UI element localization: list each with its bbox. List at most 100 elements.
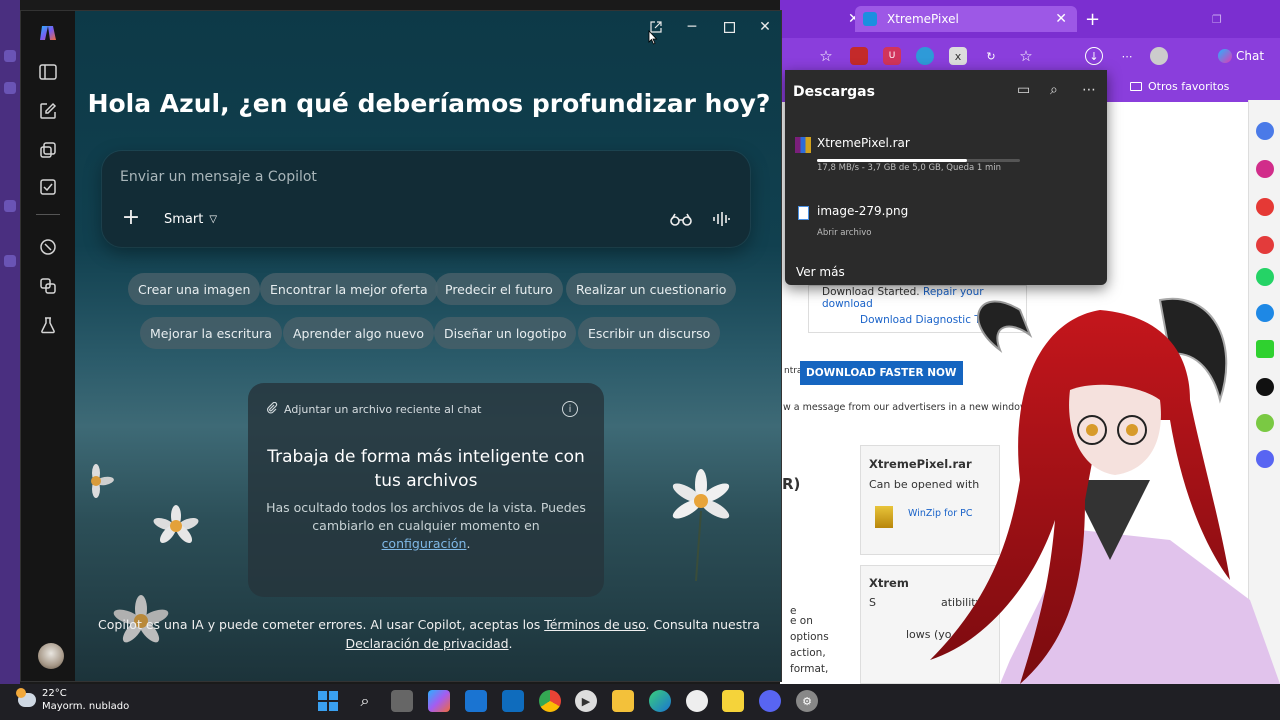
- file-explorer-icon[interactable]: [612, 690, 634, 712]
- voice-waveform-icon[interactable]: [709, 207, 733, 231]
- suggestion-chip[interactable]: Crear una imagen: [128, 273, 261, 305]
- chrome-icon[interactable]: [539, 690, 561, 712]
- download-item[interactable]: XtremePixel.rar 17,8 MB/s - 3,7 GB de 5,…: [795, 136, 1001, 173]
- user-avatar[interactable]: [38, 643, 64, 669]
- sticky-notes-icon[interactable]: [722, 690, 744, 712]
- sidebar-app-icon[interactable]: [1256, 198, 1274, 216]
- edge-icon[interactable]: [649, 690, 671, 712]
- settings-link[interactable]: configuración: [382, 536, 467, 551]
- desktop-icon[interactable]: [4, 50, 16, 62]
- kick-icon[interactable]: [1256, 340, 1274, 358]
- chatgpt-icon[interactable]: [686, 690, 708, 712]
- x-icon[interactable]: [1256, 378, 1274, 396]
- privacy-statement-link[interactable]: Declaración de privacidad: [345, 636, 508, 651]
- tab-xtremepixel[interactable]: XtremePixel ✕: [855, 6, 1077, 32]
- minimize-icon[interactable]: ─: [682, 17, 702, 37]
- more-icon[interactable]: ⋯: [1118, 47, 1136, 65]
- copilot-taskbar-icon[interactable]: [428, 690, 450, 712]
- suggestion-chip[interactable]: Mejorar la escritura: [140, 317, 282, 349]
- suggestion-chip[interactable]: Escribir un discurso: [578, 317, 721, 349]
- diagnostic-tool-link[interactable]: Download Diagnostic Tool: [860, 314, 995, 326]
- downloads-icon[interactable]: ↓: [1085, 47, 1103, 65]
- favorites-icon[interactable]: ☆: [1017, 47, 1035, 65]
- open-file-link[interactable]: Abrir archivo: [817, 228, 908, 238]
- discord-icon[interactable]: [1256, 450, 1274, 468]
- windows-start-icon[interactable]: [317, 690, 339, 712]
- favorite-star-icon[interactable]: ☆: [817, 47, 835, 65]
- desktop-icon[interactable]: [4, 200, 16, 212]
- suggestion-chip[interactable]: Realizar un cuestionario: [566, 273, 737, 305]
- profile-avatar[interactable]: [1150, 47, 1168, 65]
- discord-icon[interactable]: [759, 690, 781, 712]
- labs-gallery-icon[interactable]: [36, 274, 60, 298]
- copilot-window: ─ ✕ Hola Azul, ¿en qué deberíamos profun…: [20, 10, 782, 682]
- winzip-link[interactable]: WinZip for PC: [908, 508, 973, 519]
- copilot-chat-button[interactable]: Chat: [1218, 47, 1268, 65]
- weather-cloud-icon: [16, 688, 36, 707]
- add-attachment-button[interactable]: +: [120, 207, 142, 229]
- discover-icon[interactable]: [36, 235, 60, 259]
- task-view-icon[interactable]: [391, 690, 413, 712]
- close-tab-icon[interactable]: ✕: [1055, 11, 1067, 27]
- extension-icon[interactable]: x: [949, 47, 967, 65]
- outlook-icon[interactable]: [465, 690, 487, 712]
- open-folder-icon[interactable]: ▭: [1017, 82, 1030, 98]
- download-item[interactable]: image-279.png Abrir archivo: [795, 204, 908, 238]
- see-more-link[interactable]: Ver más: [796, 265, 845, 279]
- download-faster-button[interactable]: DOWNLOAD FASTER NOW: [800, 361, 963, 385]
- maximize-icon[interactable]: [719, 17, 739, 37]
- sidebar-app-icon[interactable]: [1256, 414, 1274, 432]
- extension-icon[interactable]: [916, 47, 934, 65]
- info-icon[interactable]: i: [562, 401, 578, 417]
- tasks-icon[interactable]: [36, 175, 60, 199]
- close-icon[interactable]: ✕: [755, 17, 775, 37]
- file-card-title: Trabaja de forma más inteligente con tus…: [267, 447, 585, 491]
- mode-selector[interactable]: Smart ▽: [152, 207, 229, 231]
- sidebar-app-icon[interactable]: [1256, 122, 1274, 140]
- message-input[interactable]: Enviar un mensaje a Copilot: [120, 169, 317, 185]
- attach-recent-file[interactable]: Adjuntar un archivo reciente al chat: [266, 401, 482, 417]
- file-info-title: XtremePixel.rar: [869, 457, 972, 471]
- webpage-heading-fragment: R): [782, 475, 801, 493]
- suggestion-chip[interactable]: Aprender algo nuevo: [283, 317, 434, 349]
- toggle-sidebar-icon[interactable]: [36, 60, 60, 84]
- desktop-icon[interactable]: [4, 255, 16, 267]
- new-chat-icon[interactable]: [36, 99, 60, 123]
- webpage-text: S: [869, 596, 876, 609]
- extension-icon[interactable]: [850, 47, 868, 65]
- daisy-decoration: [91, 464, 114, 498]
- new-tab-button[interactable]: +: [1085, 6, 1100, 32]
- store-icon[interactable]: [502, 690, 524, 712]
- download-file-name: XtremePixel.rar: [817, 136, 910, 150]
- daisy-decoration: [153, 505, 199, 544]
- weather-widget[interactable]: 22°C Mayorm. nublado: [16, 687, 129, 713]
- suggestion-chip[interactable]: Diseñar un logotipo: [434, 317, 577, 349]
- copilot-icon: [1218, 49, 1232, 63]
- mode-label: Smart: [164, 211, 204, 227]
- sidebar-app-icon[interactable]: [1256, 236, 1274, 254]
- refresh-extension-icon[interactable]: ↻: [982, 47, 1000, 65]
- bluesky-icon[interactable]: [1256, 304, 1274, 322]
- labs-flask-icon[interactable]: [36, 313, 60, 337]
- copilot-logo-icon[interactable]: [36, 21, 60, 45]
- messenger-icon[interactable]: [1256, 160, 1274, 178]
- suggestion-chip[interactable]: Predecir el futuro: [435, 273, 563, 305]
- browser-restore-icon[interactable]: ❐: [1212, 6, 1222, 32]
- search-icon[interactable]: ⌕: [354, 690, 376, 712]
- settings-gear-icon[interactable]: ⚙: [796, 690, 818, 712]
- terms-of-use-link[interactable]: Términos de uso: [544, 617, 645, 632]
- whatsapp-icon[interactable]: [1256, 268, 1274, 286]
- media-player-icon[interactable]: ▶: [575, 690, 597, 712]
- suggestion-chip[interactable]: Encontrar la mejor oferta: [260, 273, 438, 305]
- other-favorites-folder[interactable]: Otros favoritos: [1130, 80, 1229, 93]
- attach-file-label: Adjuntar un archivo reciente al chat: [284, 403, 482, 416]
- vision-glasses-icon[interactable]: [669, 207, 693, 231]
- desktop-icon[interactable]: [4, 82, 16, 94]
- webpage-text: format,: [790, 663, 829, 675]
- windows-taskbar: 22°C Mayorm. nublado ⌕ ▶ ⚙: [0, 684, 1280, 720]
- more-options-icon[interactable]: ⋯: [1082, 82, 1096, 98]
- search-icon[interactable]: ⌕: [1050, 82, 1058, 98]
- ublock-extension-icon[interactable]: U: [883, 47, 901, 65]
- downloads-title: Descargas: [793, 84, 875, 100]
- pages-icon[interactable]: [36, 138, 60, 162]
